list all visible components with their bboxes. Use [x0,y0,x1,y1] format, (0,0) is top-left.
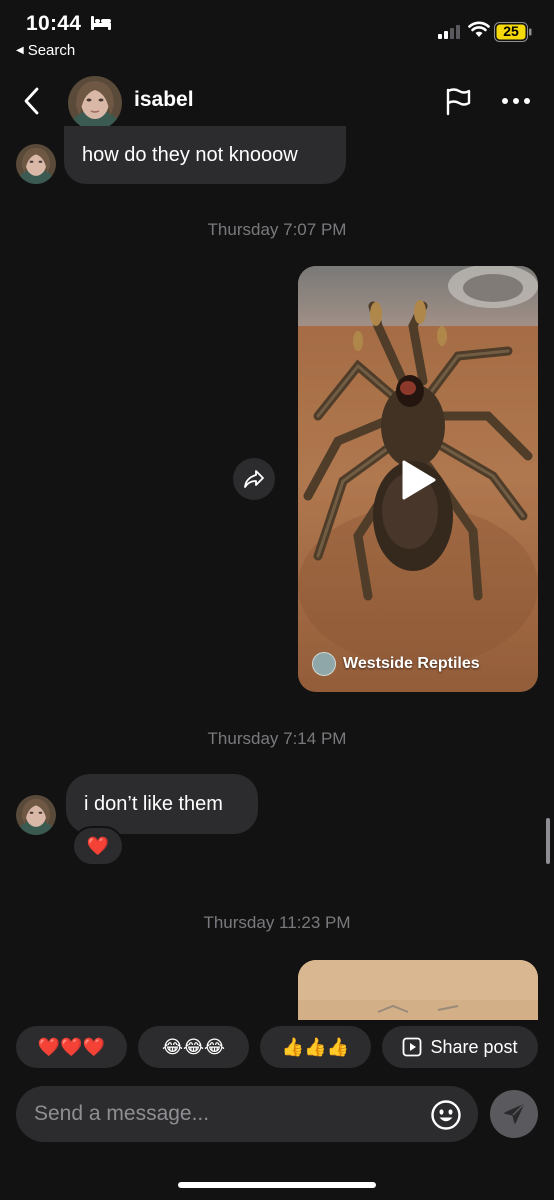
status-time: 10:44 [26,12,82,35]
video-creator[interactable]: Westside Reptiles [312,652,480,676]
shared-video-card[interactable] [298,960,538,1020]
home-indicator[interactable] [178,1182,376,1188]
play-square-icon [403,1037,422,1057]
send-button[interactable] [490,1090,538,1138]
message-input[interactable] [34,1102,424,1126]
sender-avatar[interactable] [16,795,56,835]
message-reaction[interactable]: ❤️ [72,826,124,866]
play-icon[interactable] [398,458,438,502]
creator-name: Westside Reptiles [343,655,480,672]
laughing-emoji: 😂😂😂 [161,1036,226,1057]
quick-reply-thumbs[interactable]: 👍👍👍 [260,1026,371,1068]
sender-avatar[interactable] [16,144,56,184]
message-bubble[interactable]: i don’t like them [66,774,258,834]
sleep-focus-icon [91,16,111,30]
quick-reply-hearts[interactable]: ❤️❤️❤️ [16,1026,127,1068]
sender-avatar-image [16,144,56,184]
share-arrow-icon [244,470,264,488]
share-post-label: Share post [430,1036,518,1057]
back-to-app-label: Search [27,42,76,59]
flag-icon[interactable] [443,86,473,116]
wifi-icon [468,21,490,37]
back-triangle-icon: ◀ [16,45,24,56]
hearts-emoji: ❤️❤️❤️ [37,1036,106,1057]
shared-video-card[interactable]: Westside Reptiles [298,266,538,692]
quick-reply-bar: ❤️❤️❤️ 😂😂😂 👍👍👍 Share post [0,1026,554,1070]
creator-avatar [312,652,336,676]
cellular-signal-icon [438,25,460,39]
video-thumbnail [298,960,538,1020]
message-text: i don’t like them [84,792,223,815]
battery-indicator: 25 [494,22,532,42]
message-text: how do they not knooow [82,143,298,166]
share-post-button[interactable]: Share post [382,1026,538,1068]
smiley-icon[interactable] [430,1099,462,1131]
scrollbar[interactable] [546,818,550,864]
send-icon [504,1104,524,1124]
chevron-left-icon[interactable] [20,86,44,116]
contact-name[interactable]: isabel [134,88,194,112]
message-bubble[interactable]: how do they not knooow [64,126,346,184]
message-composer [16,1086,478,1142]
quick-reply-laughs[interactable]: 😂😂😂 [138,1026,249,1068]
message-timestamp: Thursday 11:23 PM [203,913,351,932]
share-button[interactable] [233,458,275,500]
message-timestamp: Thursday 7:14 PM [207,729,347,748]
battery-level: 25 [503,23,519,39]
message-timestamp: Thursday 7:07 PM [207,220,347,239]
contact-avatar[interactable] [68,76,122,130]
thumbs-up-emoji: 👍👍👍 [281,1036,350,1057]
contact-avatar-image [68,76,122,130]
heart-reaction-emoji: ❤️ [86,835,110,856]
back-to-app-link[interactable]: ◀ Search [16,42,75,59]
more-horizontal-icon[interactable] [500,92,532,110]
sender-avatar-image [16,795,56,835]
